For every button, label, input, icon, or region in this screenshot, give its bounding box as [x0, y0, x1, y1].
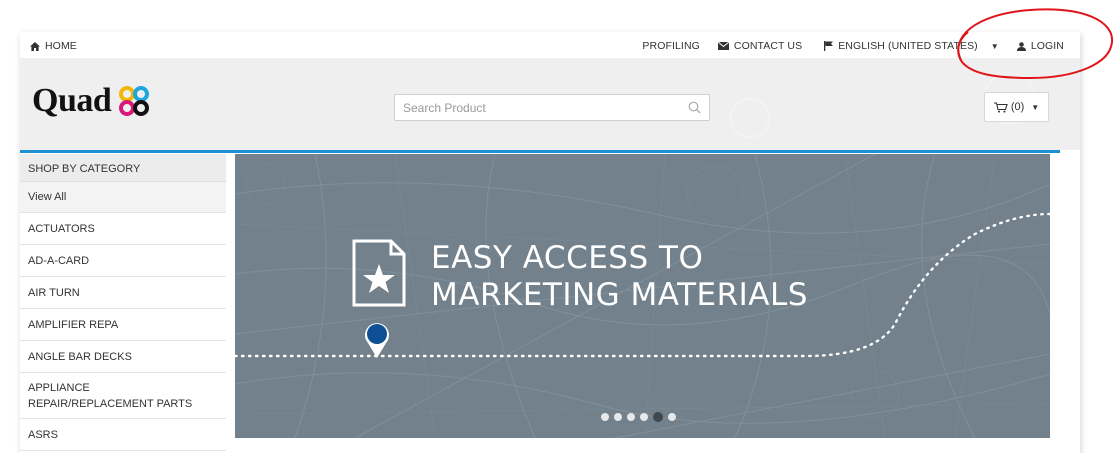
- page-container: HOME PROFILING CONTACT US ENGLISH (UNITE…: [20, 32, 1080, 453]
- map-pin-icon: [365, 323, 389, 358]
- category-item-amplifier-repa[interactable]: AMPLIFIER REPA: [20, 309, 226, 341]
- category-label: AD-A-CARD: [28, 254, 90, 267]
- envelope-icon: [717, 42, 729, 50]
- carousel-dot-3[interactable]: [627, 413, 635, 421]
- hero-banner[interactable]: EASY ACCESS TO MARKETING MATERIALS: [235, 154, 1050, 438]
- cart-count: (0): [1010, 101, 1025, 113]
- category-label: ACTUATORS: [28, 222, 95, 235]
- carousel-indicators: [601, 412, 676, 422]
- banner-headline: EASY ACCESS TO MARKETING MATERIALS: [431, 240, 808, 314]
- language-dropdown[interactable]: ENGLISH (UNITED STATES) ▼: [824, 40, 999, 52]
- site-header: Quad (0) ▼: [20, 58, 1080, 150]
- contact-us-link[interactable]: CONTACT US: [717, 40, 803, 52]
- category-item-appliance-repair[interactable]: APPLIANCE REPAIR/REPLACEMENT PARTS: [20, 373, 226, 419]
- carousel-dot-2[interactable]: [614, 413, 622, 421]
- category-label: ASRS: [28, 428, 58, 441]
- carousel-dot-4[interactable]: [640, 413, 648, 421]
- carousel-dot-6[interactable]: [668, 413, 676, 421]
- logo-text: Quad: [32, 82, 112, 119]
- category-label: AMPLIFIER REPA: [28, 318, 119, 331]
- login-label: LOGIN: [1030, 40, 1064, 52]
- category-item-actuators[interactable]: ACTUATORS: [20, 213, 226, 245]
- banner-line-2: MARKETING MATERIALS: [431, 277, 808, 313]
- quad-logo[interactable]: Quad: [32, 82, 150, 120]
- category-heading: SHOP BY CATEGORY: [20, 154, 226, 182]
- quad-logo-mark-icon: [119, 86, 150, 116]
- search-icon[interactable]: [688, 101, 701, 114]
- category-label: ANGLE BAR DECKS: [28, 350, 132, 363]
- star-document-icon: [352, 239, 406, 307]
- carousel-dot-5[interactable]: [653, 412, 663, 422]
- header-divider: [20, 150, 1060, 153]
- search-box[interactable]: [394, 94, 710, 121]
- category-label: View All: [28, 191, 67, 203]
- contact-us-label: CONTACT US: [733, 40, 803, 52]
- category-sidebar: SHOP BY CATEGORY View All ACTUATORS AD-A…: [20, 154, 226, 451]
- top-utility-bar: HOME PROFILING CONTACT US ENGLISH (UNITE…: [20, 32, 1080, 58]
- category-item-air-turn[interactable]: AIR TURN: [20, 277, 226, 309]
- category-label: APPLIANCE REPAIR/REPLACEMENT PARTS: [28, 381, 193, 410]
- banner-line-1: EASY ACCESS TO: [431, 240, 704, 276]
- category-item-ad-a-card[interactable]: AD-A-CARD: [20, 245, 226, 277]
- search-input[interactable]: [395, 95, 675, 120]
- home-label: HOME: [45, 40, 77, 52]
- carousel-dot-1[interactable]: [601, 413, 609, 421]
- login-link[interactable]: LOGIN: [1016, 40, 1064, 52]
- language-label: ENGLISH (UNITED STATES): [838, 40, 978, 52]
- category-item-angle-bar-decks[interactable]: ANGLE BAR DECKS: [20, 341, 226, 373]
- category-label: AIR TURN: [28, 286, 80, 299]
- chevron-down-icon: ▼: [990, 41, 999, 51]
- home-icon: [30, 41, 40, 51]
- category-item-view-all[interactable]: View All: [20, 182, 226, 213]
- chevron-down-icon: ▼: [1031, 102, 1040, 112]
- flag-icon: [824, 41, 834, 51]
- home-link[interactable]: HOME: [30, 40, 77, 52]
- cart-icon: [993, 101, 1008, 113]
- category-item-asrs[interactable]: ASRS: [20, 419, 226, 451]
- user-icon: [1016, 41, 1026, 51]
- profiling-link[interactable]: PROFILING: [642, 40, 700, 52]
- cart-button[interactable]: (0) ▼: [984, 92, 1049, 122]
- profiling-label: PROFILING: [642, 40, 700, 52]
